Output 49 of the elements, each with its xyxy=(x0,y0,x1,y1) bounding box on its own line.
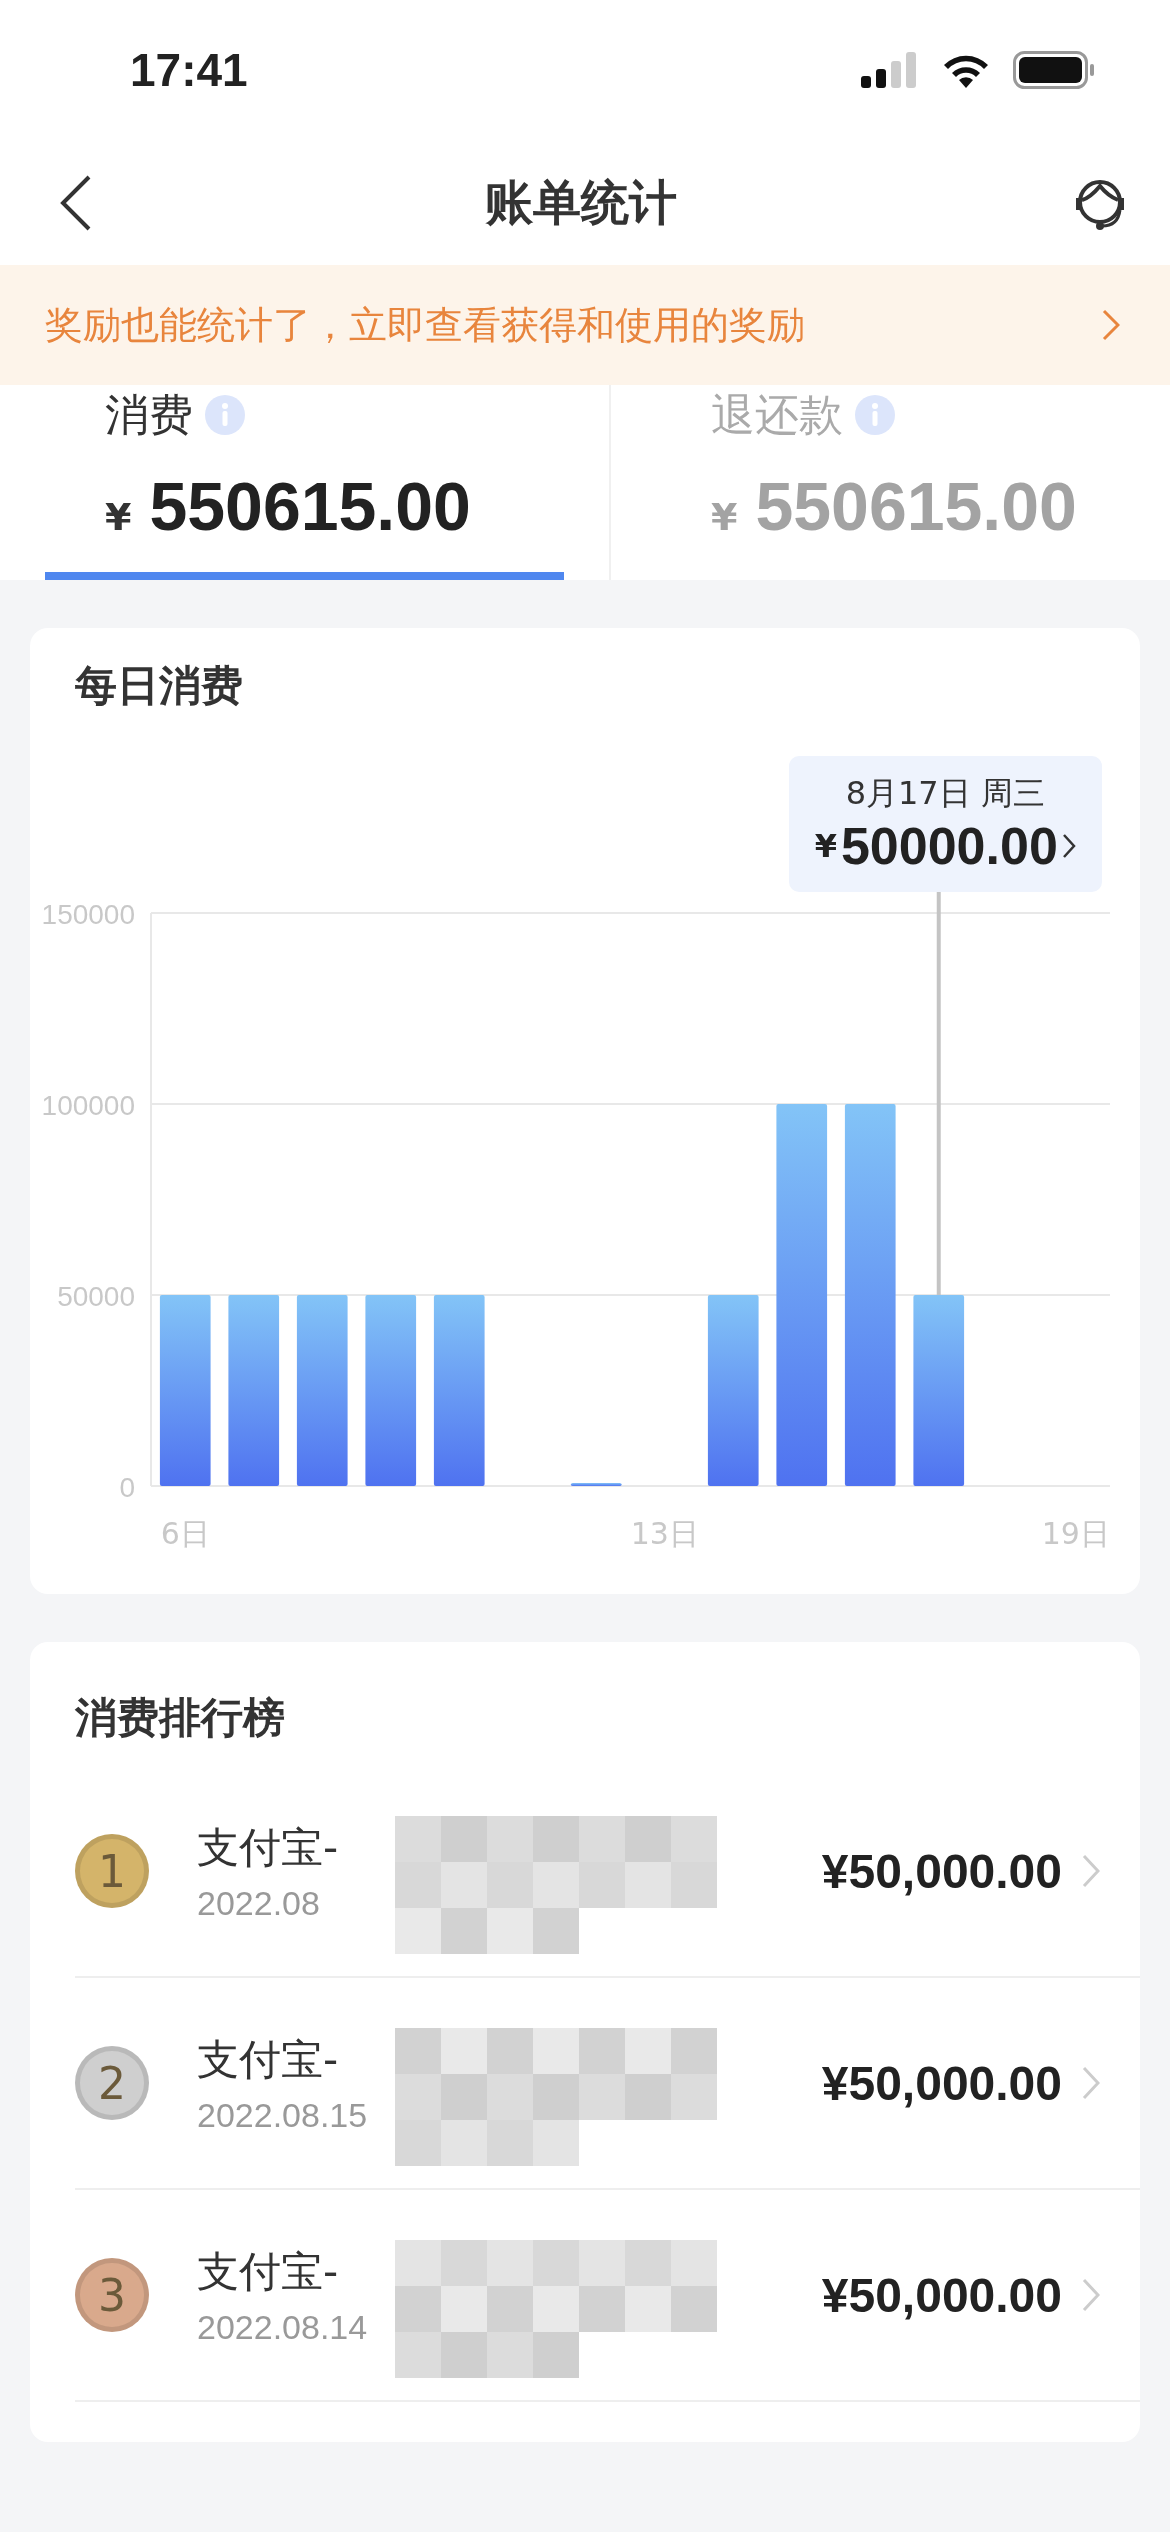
amount: ¥50,000.00 xyxy=(821,1843,1062,1899)
page-title: 账单统计 xyxy=(485,172,677,232)
tooltip-amount: 50000.00 xyxy=(840,816,1058,876)
total-amount: 550615.00 xyxy=(755,467,1077,545)
transaction-date: 2022.08 xyxy=(197,1883,321,1923)
merchant-name: 支付宝- xyxy=(197,1821,340,1874)
tooltip-date: 8月17日 周三 xyxy=(845,773,1045,814)
chevron-right-icon xyxy=(1102,309,1120,341)
back-icon[interactable] xyxy=(60,174,92,231)
summary-tab[interactable]: 消费 ¥ 550615.00 xyxy=(45,385,564,580)
currency-symbol: ¥ xyxy=(711,495,738,539)
status-time: 17:41 xyxy=(130,43,248,97)
rank-medal: 1 xyxy=(75,1834,149,1908)
bar[interactable] xyxy=(844,1104,896,1486)
chevron-right-icon xyxy=(1082,2066,1100,2100)
bar[interactable] xyxy=(159,1295,211,1486)
rank-medal: 3 xyxy=(75,2258,149,2332)
bar[interactable] xyxy=(433,1295,485,1486)
tab-label: 退还款 xyxy=(711,387,843,442)
bar[interactable] xyxy=(365,1295,417,1486)
rank-medal: 2 xyxy=(75,2046,149,2120)
card-title: 消费排行榜 xyxy=(74,1692,286,1744)
banner-text: 奖励也能统计了，立即查看获得和使用的奖励 xyxy=(45,301,805,349)
bar[interactable] xyxy=(570,1483,622,1486)
bar[interactable] xyxy=(776,1104,828,1486)
tab-label: 消费 xyxy=(105,387,193,442)
currency-symbol: ¥ xyxy=(105,495,132,539)
ranking-row[interactable]: 3 支付宝- 2022.08.14 ¥50,000.00 xyxy=(75,2190,1140,2402)
chevron-right-icon xyxy=(1082,2278,1100,2312)
amount: ¥50,000.00 xyxy=(821,2267,1062,2323)
currency-symbol: ¥ xyxy=(814,827,837,865)
bar[interactable] xyxy=(296,1295,348,1486)
total-amount: 550615.00 xyxy=(149,467,471,545)
merchant-name: 支付宝- xyxy=(197,2033,340,2086)
card-title: 每日消费 xyxy=(74,660,244,712)
ranking-row[interactable]: 2 支付宝- 2022.08.15 ¥50,000.00 xyxy=(75,1978,1140,2190)
transaction-date: 2022.08.15 xyxy=(197,2095,369,2135)
bar[interactable] xyxy=(707,1295,759,1486)
transaction-date: 2022.08.14 xyxy=(197,2307,369,2347)
chevron-right-icon xyxy=(1061,833,1076,859)
battery-icon xyxy=(1013,51,1095,89)
chart-tooltip[interactable]: 8月17日 周三 ¥50000.00 xyxy=(788,756,1102,892)
merchant-name: 支付宝- xyxy=(197,2245,340,2298)
ranking-row[interactable]: 1 支付宝- 2022.08 ¥50,000.00 xyxy=(75,1766,1140,1978)
bar[interactable] xyxy=(228,1295,280,1486)
signal-icon xyxy=(861,52,919,88)
chevron-right-icon xyxy=(1082,1854,1100,1888)
amount: ¥50,000.00 xyxy=(821,2055,1062,2111)
bar[interactable] xyxy=(913,1295,965,1486)
